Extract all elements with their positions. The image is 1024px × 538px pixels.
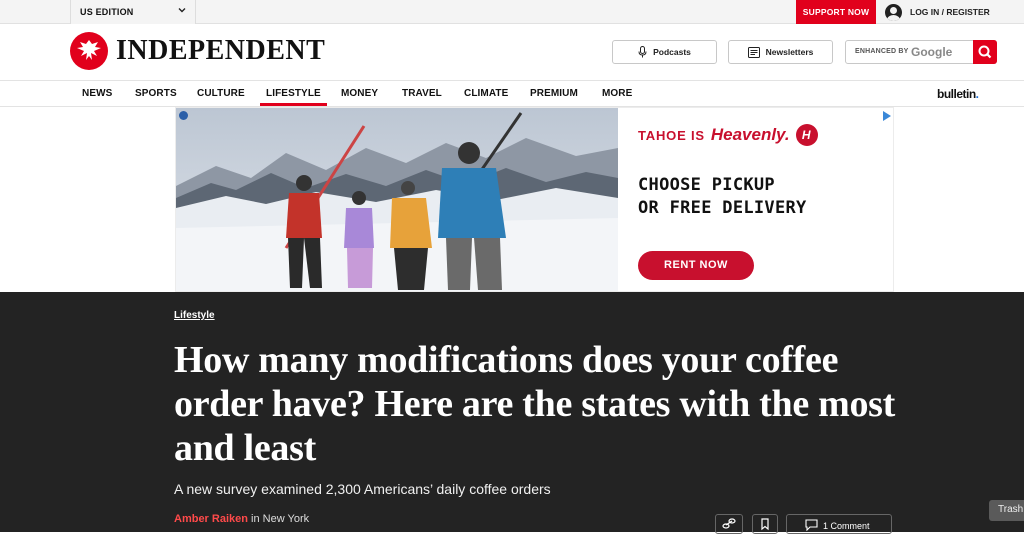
search-icon — [978, 45, 992, 59]
nav-item-more[interactable]: MORE — [602, 81, 632, 107]
ad-copy-panel: TAHOE IS Heavenly. H CHOOSE PICKUP OR FR… — [618, 108, 893, 291]
google-brand-label: Google — [911, 45, 953, 59]
bulletin-dot: . — [975, 87, 979, 101]
ad-line-1: CHOOSE PICKUP — [638, 175, 775, 195]
microphone-icon — [638, 46, 647, 58]
share-button[interactable] — [715, 514, 743, 534]
user-avatar-icon — [885, 3, 902, 21]
nav-item-money[interactable]: MONEY — [341, 81, 378, 107]
trash-dock-tooltip: Trash — [989, 500, 1024, 521]
advertisement-banner[interactable]: TAHOE IS Heavenly. H CHOOSE PICKUP OR FR… — [175, 107, 894, 292]
ad-headline: CHOOSE PICKUP OR FREE DELIVERY — [638, 174, 807, 220]
adchoices-icon[interactable] — [883, 111, 891, 121]
newsletters-label: Newsletters — [765, 47, 814, 57]
nav-item-lifestyle[interactable]: LIFESTYLE — [260, 81, 327, 107]
link-icon — [722, 518, 736, 529]
edition-selector[interactable]: US EDITION — [70, 0, 196, 24]
nav-item-climate[interactable]: CLIMATE — [464, 81, 508, 107]
heavenly-logo-icon: H — [795, 124, 818, 146]
comments-count: 1 Comment — [823, 521, 870, 531]
search-enhanced-label: ENHANCED BY — [855, 48, 909, 55]
comments-button[interactable]: 1 Comment — [786, 514, 892, 534]
search-button[interactable] — [973, 40, 997, 64]
top-utility-bar: US EDITION SUPPORT NOW LOG IN / REGISTER — [0, 0, 1024, 24]
nav-item-sports[interactable]: SPORTS — [135, 81, 177, 107]
author-link[interactable]: Amber Raiken — [174, 513, 248, 525]
nav-item-culture[interactable]: CULTURE — [197, 81, 245, 107]
podcasts-label: Podcasts — [653, 47, 691, 57]
article-headline: How many modifications does your coffee … — [174, 339, 896, 469]
section-link-lifestyle[interactable]: Lifestyle — [174, 310, 215, 321]
article-header: Lifestyle How many modifications does yo… — [0, 292, 1024, 534]
ad-rent-now-button[interactable]: RENT NOW — [638, 251, 754, 280]
bookmark-icon — [761, 518, 769, 531]
logo-wordmark: INDEPENDENT — [116, 35, 326, 66]
masthead: INDEPENDENT Podcasts Newsletters ENHANCE… — [0, 24, 1024, 81]
edition-label: US EDITION — [80, 7, 134, 17]
article-byline: Amber Raiken in New York — [174, 513, 309, 525]
chevron-down-icon — [178, 8, 186, 13]
ad-brand-line: TAHOE IS Heavenly. H — [638, 124, 818, 146]
independent-logo[interactable]: INDEPENDENT — [70, 32, 325, 70]
nav-item-travel[interactable]: TRAVEL — [402, 81, 442, 107]
eagle-logo-icon — [70, 32, 108, 70]
ad-brand-name: Heavenly. — [710, 125, 790, 144]
ad-brand-prefix: TAHOE IS — [638, 127, 705, 143]
ad-line-2: OR FREE DELIVERY — [638, 198, 807, 218]
newsletters-button[interactable]: Newsletters — [728, 40, 833, 64]
nav-item-premium[interactable]: PREMIUM — [530, 81, 578, 107]
ad-ski-photo — [176, 108, 618, 291]
bulletin-link[interactable]: bulletin. — [937, 87, 979, 101]
login-register-link[interactable]: LOG IN / REGISTER — [883, 0, 990, 24]
ad-info-icon[interactable] — [179, 111, 188, 120]
bulletin-label: bulletin — [937, 87, 976, 101]
podcasts-button[interactable]: Podcasts — [612, 40, 717, 64]
newsletter-icon — [747, 46, 760, 58]
article-standfirst: A new survey examined 2,300 Americans’ d… — [174, 481, 551, 497]
nav-item-news[interactable]: NEWS — [82, 81, 112, 107]
bookmark-button[interactable] — [752, 514, 778, 534]
login-label: LOG IN / REGISTER — [910, 7, 990, 17]
main-navigation: NEWS SPORTS CULTURE LIFESTYLE MONEY TRAV… — [0, 81, 1024, 107]
byline-location: in New York — [247, 513, 310, 525]
support-now-button[interactable]: SUPPORT NOW — [796, 0, 876, 24]
